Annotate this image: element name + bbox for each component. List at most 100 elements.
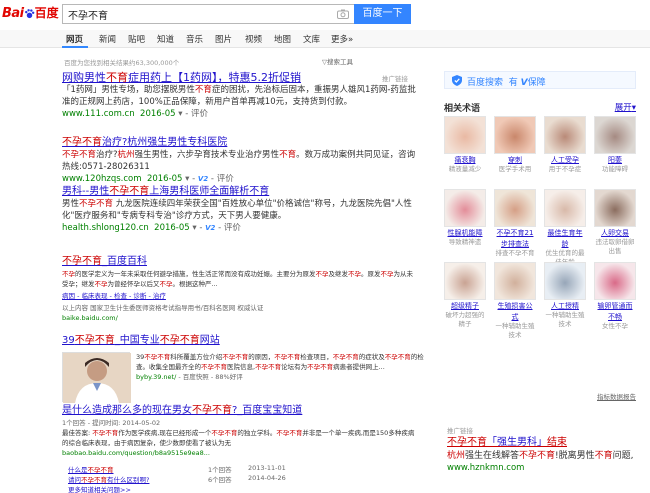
related-term-subtitle: 一种辅助生殖技术	[545, 311, 585, 328]
result-6-description: 最佳答案: 不孕不育作为医学疾病,现在已经形成一个不孕不育的独立学科。不孕不育并…	[62, 429, 415, 447]
result-5-title[interactable]: 39不孕不育_中国专业不孕不育网站	[62, 334, 418, 348]
result-3-url[interactable]: health.shlong120.cn 2016-05 ▾ - V2 - 评价	[62, 222, 418, 234]
search-input[interactable]	[68, 8, 328, 21]
related-term-thumbnail[interactable]	[494, 189, 536, 227]
result-6-title[interactable]: 是什么造成那么多的现在男女不孕不育?_百度宝宝知道	[62, 404, 418, 418]
tab-tieba[interactable]: 贴吧	[128, 33, 145, 45]
related-term-tile[interactable]: 性腺机能障 导致精神遗	[444, 189, 486, 247]
result-2-description: 不孕不育治疗?杭州强生男性，六步孕育技术专业治疗男性不育。数万成功案例共同见证，…	[62, 150, 416, 172]
related-term-tile[interactable]: 不孕不育21 步排查法 排查不孕不育	[494, 189, 536, 258]
chevron-down-icon: ▾	[631, 103, 636, 113]
tab-more[interactable]: 更多»	[331, 33, 353, 45]
related-term-thumbnail[interactable]	[594, 189, 636, 227]
related-term-tile[interactable]: 输卵管通而 不畅 女性不孕	[594, 262, 636, 331]
related-term-name[interactable]: 痛衰胸	[444, 156, 486, 165]
logo-text-baidu: 百度	[34, 6, 59, 20]
related-term-thumbnail[interactable]	[544, 262, 586, 300]
related-term-name[interactable]: 输卵管通而	[594, 302, 636, 311]
related-term-thumbnail[interactable]	[444, 262, 486, 300]
related-term-tile[interactable]: 穿刺 医学手术用	[494, 116, 536, 174]
related-term-name[interactable]: 人工授精	[544, 302, 586, 311]
result-2-title[interactable]: 不孕不育治疗?杭州强生男性专科医院	[62, 136, 418, 150]
rating-link[interactable]: 评价	[224, 223, 241, 233]
related-term-subtitle: 不畅	[608, 313, 622, 321]
search-button[interactable]: 百度一下	[354, 4, 411, 24]
tab-map[interactable]: 地图	[274, 33, 291, 45]
expand-link[interactable]: 展开▾	[615, 101, 636, 113]
related-terms-title: 相关术语	[444, 104, 481, 114]
related-term-thumbnail[interactable]	[544, 116, 586, 154]
related-term-thumbnail[interactable]	[494, 262, 536, 300]
v-icon: V	[520, 78, 528, 88]
related-term-thumbnail[interactable]	[594, 262, 636, 300]
related-term-name[interactable]: 阳萎	[594, 156, 636, 165]
v2-badge[interactable]: V2	[205, 222, 215, 234]
tab-zhidao[interactable]: 知道	[157, 33, 174, 45]
related-term-tile[interactable]: 阳萎 功能障碍	[594, 116, 636, 174]
result-4-section-links[interactable]: 病因 - 临床表现 - 检查 - 诊断 - 治疗	[62, 291, 418, 301]
search-protection-banner[interactable]: 百度搜索 有 V保障	[444, 71, 636, 89]
result-3-description: 男性不孕不育 九龙医院连续四年荣获全国"百姓放心单位"价格诚信"称号，九龙医院先…	[62, 199, 412, 221]
more-related-link[interactable]: 指标数据报告	[597, 391, 636, 401]
result-6-meta: 1个回答 - 提问时间: 2014-05-02	[62, 419, 161, 427]
tab-images[interactable]: 图片	[215, 33, 232, 45]
side-ad: 不孕不育「强生男科」结束 杭州强生在线解答不孕不育!脱离男性不育问题, www.…	[447, 436, 647, 475]
tab-music[interactable]: 音乐	[186, 33, 203, 45]
related-term-thumbnail[interactable]	[444, 116, 486, 154]
related-term-tile[interactable]: 人工受孕 用于不孕症	[544, 116, 586, 174]
related-term-subtitle: 排查不孕不育	[495, 249, 535, 257]
baidu-logo[interactable]: Bai 百度	[2, 4, 59, 24]
result-4-title[interactable]: 不孕不育_百度百科	[62, 255, 418, 269]
camera-icon[interactable]	[337, 9, 349, 19]
related-term-thumbnail[interactable]	[444, 189, 486, 227]
related-term-name[interactable]: 性腺机能障	[444, 229, 486, 238]
more-questions-link[interactable]: 更多知道相关问题>>	[68, 484, 318, 493]
result-5-thumbnail[interactable]	[62, 352, 131, 403]
header: Bai 百度 百度一下 网页 新闻 贴吧 知道 音乐 图片 视频 地图 文库 更多…	[0, 0, 650, 48]
related-term-tile[interactable]: 人卵交易 违法取卵借卵出售	[594, 189, 636, 255]
v2-badge[interactable]: V2	[198, 173, 208, 185]
result-count: 百度为您找到相关结果约63,300,000个	[64, 59, 180, 67]
related-term-subtitle: 破坏力超强的精子	[445, 311, 485, 328]
result-2-url[interactable]: www.120hzqs.com 2016-05 ▾ - V2 - 评价	[62, 173, 418, 185]
related-term-name[interactable]: 穿刺	[494, 156, 536, 165]
result-6: 是什么造成那么多的现在男女不孕不育?_百度宝宝知道 1个回答 - 提问时间: 2…	[62, 404, 418, 493]
related-term-subtitle: 步排查法	[501, 240, 529, 248]
result-3-title[interactable]: 男科--男性不孕不育上海男科医师全面解析不育	[62, 185, 418, 199]
tab-video[interactable]: 视频	[245, 33, 262, 45]
result-4-url[interactable]: baike.baidu.com/	[62, 313, 418, 323]
result-5-description: 39不孕不育科所覆盖方位介绍不孕不育的原因，不孕不育检查项目，不孕不育的症状及不…	[136, 353, 424, 371]
side-ad-title[interactable]: 不孕不育「强生男科」结束	[447, 436, 647, 450]
related-term-name[interactable]: 不孕不育21	[494, 229, 536, 238]
related-term-thumbnail[interactable]	[594, 116, 636, 154]
related-term-thumbnail[interactable]	[544, 189, 586, 227]
related-term-name[interactable]: 人工受孕	[544, 156, 586, 165]
result-4-description: 不孕的医学定义为一年未采取任何避孕措施，性生活正常而没有成功妊娠。主要分为原发不…	[62, 270, 413, 288]
related-term-name[interactable]: 超级精子	[444, 302, 486, 311]
result-1-title[interactable]: 网购男性不育症用药上【1药网】，特惠5.2折促销	[62, 71, 418, 85]
result-1-url[interactable]: www.111.com.cn 2016-05 ▾ - 评价	[62, 108, 418, 120]
doctor-image	[63, 353, 131, 403]
related-term-tile[interactable]: 生殖损害公式一种辅助生殖技术	[494, 262, 536, 339]
rating-link[interactable]: 评价	[217, 174, 234, 184]
search-tools-button[interactable]: ▽搜索工具	[322, 56, 353, 66]
tab-wenku[interactable]: 文库	[303, 33, 320, 45]
related-term-tile[interactable]: 超级精子 破坏力超强的精子	[444, 262, 486, 328]
related-term-name[interactable]: 生殖损害公	[494, 302, 536, 311]
related-term-name[interactable]: 最佳生育年	[544, 229, 586, 238]
related-term-subtitle: 医学手术用	[498, 165, 532, 173]
active-tab-indicator	[62, 46, 88, 48]
related-term-tile[interactable]: 最佳生育年龄优生优育的最佳年龄	[544, 189, 586, 266]
tab-web[interactable]: 网页	[66, 33, 83, 45]
related-term-tile[interactable]: 痛衰胸 精液量减少	[444, 116, 486, 174]
related-term-thumbnail[interactable]	[494, 116, 536, 154]
related-term-name[interactable]: 人卵交易	[594, 229, 636, 238]
paw-icon	[24, 9, 34, 19]
related-term-tile[interactable]: 人工授精 一种辅助生殖技术	[544, 262, 586, 328]
side-ad-url[interactable]: www.hznkmn.com	[447, 462, 647, 475]
result-5-url[interactable]: byby.39.net/ - 百度快照 - 88%好评	[136, 372, 426, 382]
search-box[interactable]	[62, 4, 354, 24]
tab-news[interactable]: 新闻	[99, 33, 116, 45]
rating-link[interactable]: 评价	[191, 109, 208, 119]
result-6-url[interactable]: baobao.baidu.com/question/b8a9515e9ea8..…	[62, 448, 418, 458]
